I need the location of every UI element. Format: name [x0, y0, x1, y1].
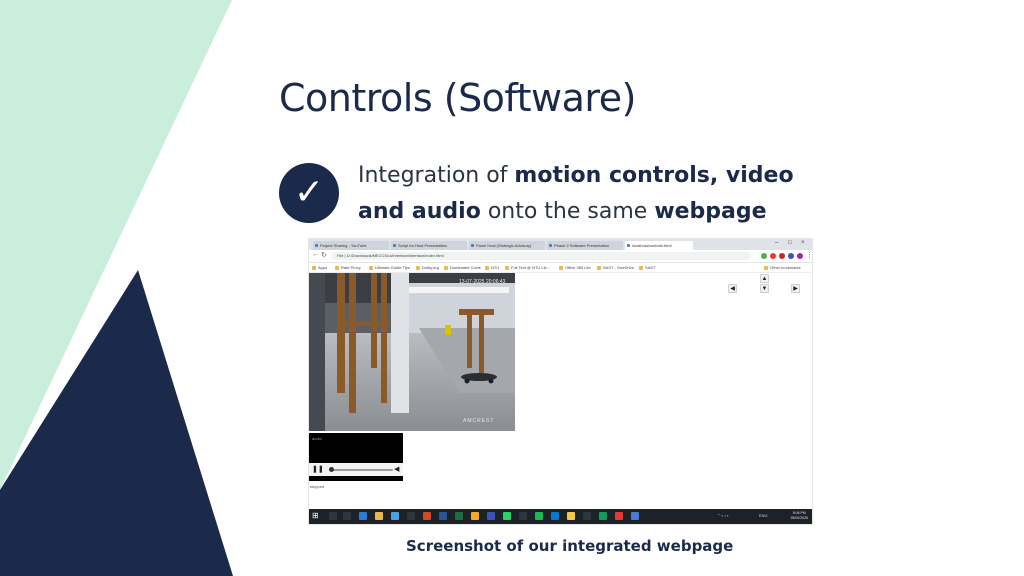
webpage-screenshot: Project Sharing - YouTube Script for Hos…	[309, 239, 812, 524]
back-icon[interactable]: ←	[312, 251, 319, 258]
audio-progress-knob[interactable]	[329, 467, 334, 472]
whatsapp-icon[interactable]	[503, 512, 511, 520]
app-icon[interactable]	[583, 512, 591, 520]
extension-icon[interactable]	[761, 253, 767, 259]
checkmark-icon: ✓	[279, 163, 339, 223]
profile-avatar[interactable]	[797, 253, 803, 259]
pause-icon[interactable]: ❚❚	[312, 465, 324, 474]
browser-tab[interactable]: Phase 2 Software Presentation	[547, 241, 623, 250]
volume-icon[interactable]: ◀	[394, 465, 399, 474]
app-icon[interactable]	[407, 512, 415, 520]
language-indicator[interactable]: ENG	[759, 513, 768, 518]
camera-video-feed	[309, 273, 515, 431]
app-icon[interactable]	[631, 512, 639, 520]
taskbar-clock[interactable]: 8:06 PM 25/02/2025	[790, 511, 808, 521]
app-icon[interactable]	[487, 512, 495, 520]
bookmark-item[interactable]: Apps	[312, 265, 327, 270]
browser-tab[interactable]: Project Sharing - YouTube	[313, 241, 389, 250]
word-icon[interactable]	[439, 512, 447, 520]
move-down-button[interactable]: ▼	[760, 284, 769, 293]
browser-tab-active[interactable]: localhost/controls.html	[625, 241, 693, 250]
browser-tab[interactable]: Panel Host (Strategic Advisory)	[469, 241, 545, 250]
move-right-button[interactable]: ▶	[791, 284, 800, 293]
close-icon[interactable]: ×	[801, 240, 805, 246]
bullet-bold-webpage: webpage	[654, 199, 767, 224]
bullet-text-part1: Integration of	[358, 163, 515, 188]
file-explorer-icon[interactable]	[375, 512, 383, 520]
browser-tab[interactable]: Script for Host Presentation	[391, 241, 467, 250]
edge-icon[interactable]	[359, 512, 367, 520]
task-view-icon[interactable]	[343, 512, 351, 520]
bookmark-item[interactable]: NTU	[485, 265, 499, 270]
bullet-bold-motion: motion controls, video	[514, 163, 794, 188]
clock-date: 25/02/2025	[790, 516, 808, 520]
audio-status: stopped	[310, 484, 325, 489]
audio-controls: ❚❚ ◀	[309, 463, 403, 476]
bookmark-item[interactable]: SAST - OneDrive	[597, 265, 634, 270]
bookmark-item[interactable]: SAST	[639, 265, 655, 270]
bullet-text: Integration of motion controls, video an…	[358, 158, 828, 230]
screenshot-caption: Screenshot of our integrated webpage	[406, 537, 734, 555]
app-icon[interactable]	[567, 512, 575, 520]
bookmark-item[interactable]: Ultimate Guide Tips	[369, 265, 410, 270]
app-icon[interactable]	[615, 512, 623, 520]
extension-icon[interactable]	[788, 253, 794, 259]
app-icon[interactable]	[599, 512, 607, 520]
url-field[interactable]: File | D:/Downloads/MECCS/ui/interface/i…	[331, 252, 751, 260]
browser-address-bar: ← ↻ File | D:/Downloads/MECCS/ui/interfa…	[309, 250, 812, 263]
camera-watermark: AMCREST	[463, 418, 495, 424]
spotify-icon[interactable]	[535, 512, 543, 520]
audio-label: audio	[312, 436, 322, 441]
slide-title: Controls (Software)	[279, 76, 636, 120]
app-icon[interactable]	[519, 512, 527, 520]
audio-progress-track[interactable]	[333, 469, 393, 471]
extension-icon[interactable]	[770, 253, 776, 259]
kebab-menu-icon[interactable]: ⋮	[806, 251, 812, 259]
extension-icon[interactable]	[779, 253, 785, 259]
audio-player: audio ❚❚ ◀	[309, 433, 403, 481]
browser-tab-bar: Project Sharing - YouTube Script for Hos…	[309, 239, 812, 250]
move-up-button[interactable]: ▲	[760, 274, 769, 283]
bookmark-item-other[interactable]: Other bookmarks	[764, 265, 801, 270]
excel-icon[interactable]	[455, 512, 463, 520]
windows-taskbar: ⊞ ⌃ ▪ ♪ ▪ ENG 8:06 PM 25/02/2025	[309, 509, 812, 524]
bookmark-item[interactable]: Rate Proxy	[335, 265, 361, 270]
search-icon[interactable]	[329, 512, 337, 520]
move-left-button[interactable]: ◀	[728, 284, 737, 293]
camera-timestamp: 13-07-2025 20:06:43	[459, 279, 506, 285]
bookmark-item[interactable]: Full Text @ NTU Lib...	[505, 265, 550, 270]
tray-icons[interactable]: ⌃ ▪ ♪ ▪	[717, 513, 729, 518]
refresh-icon[interactable]: ↻	[321, 251, 327, 259]
windows-start-icon[interactable]: ⊞	[312, 512, 319, 520]
chrome-icon[interactable]	[471, 512, 479, 520]
minimize-icon[interactable]: –	[775, 240, 778, 246]
powerpoint-icon[interactable]	[423, 512, 431, 520]
bookmark-item[interactable]: Office 365 Lite	[559, 265, 591, 270]
bullet-bold-audio: and audio	[358, 199, 481, 224]
maximize-icon[interactable]: □	[788, 240, 792, 246]
app-icon[interactable]	[551, 512, 559, 520]
bookmarks-bar: Apps Rate Proxy Ultimate Guide Tips Dolb…	[309, 263, 812, 273]
bookmark-item[interactable]: Dolby.org	[416, 265, 439, 270]
bullet-text-part2: onto the same	[480, 199, 655, 224]
mail-icon[interactable]	[391, 512, 399, 520]
bookmark-item[interactable]: Dominated Coins	[444, 265, 481, 270]
